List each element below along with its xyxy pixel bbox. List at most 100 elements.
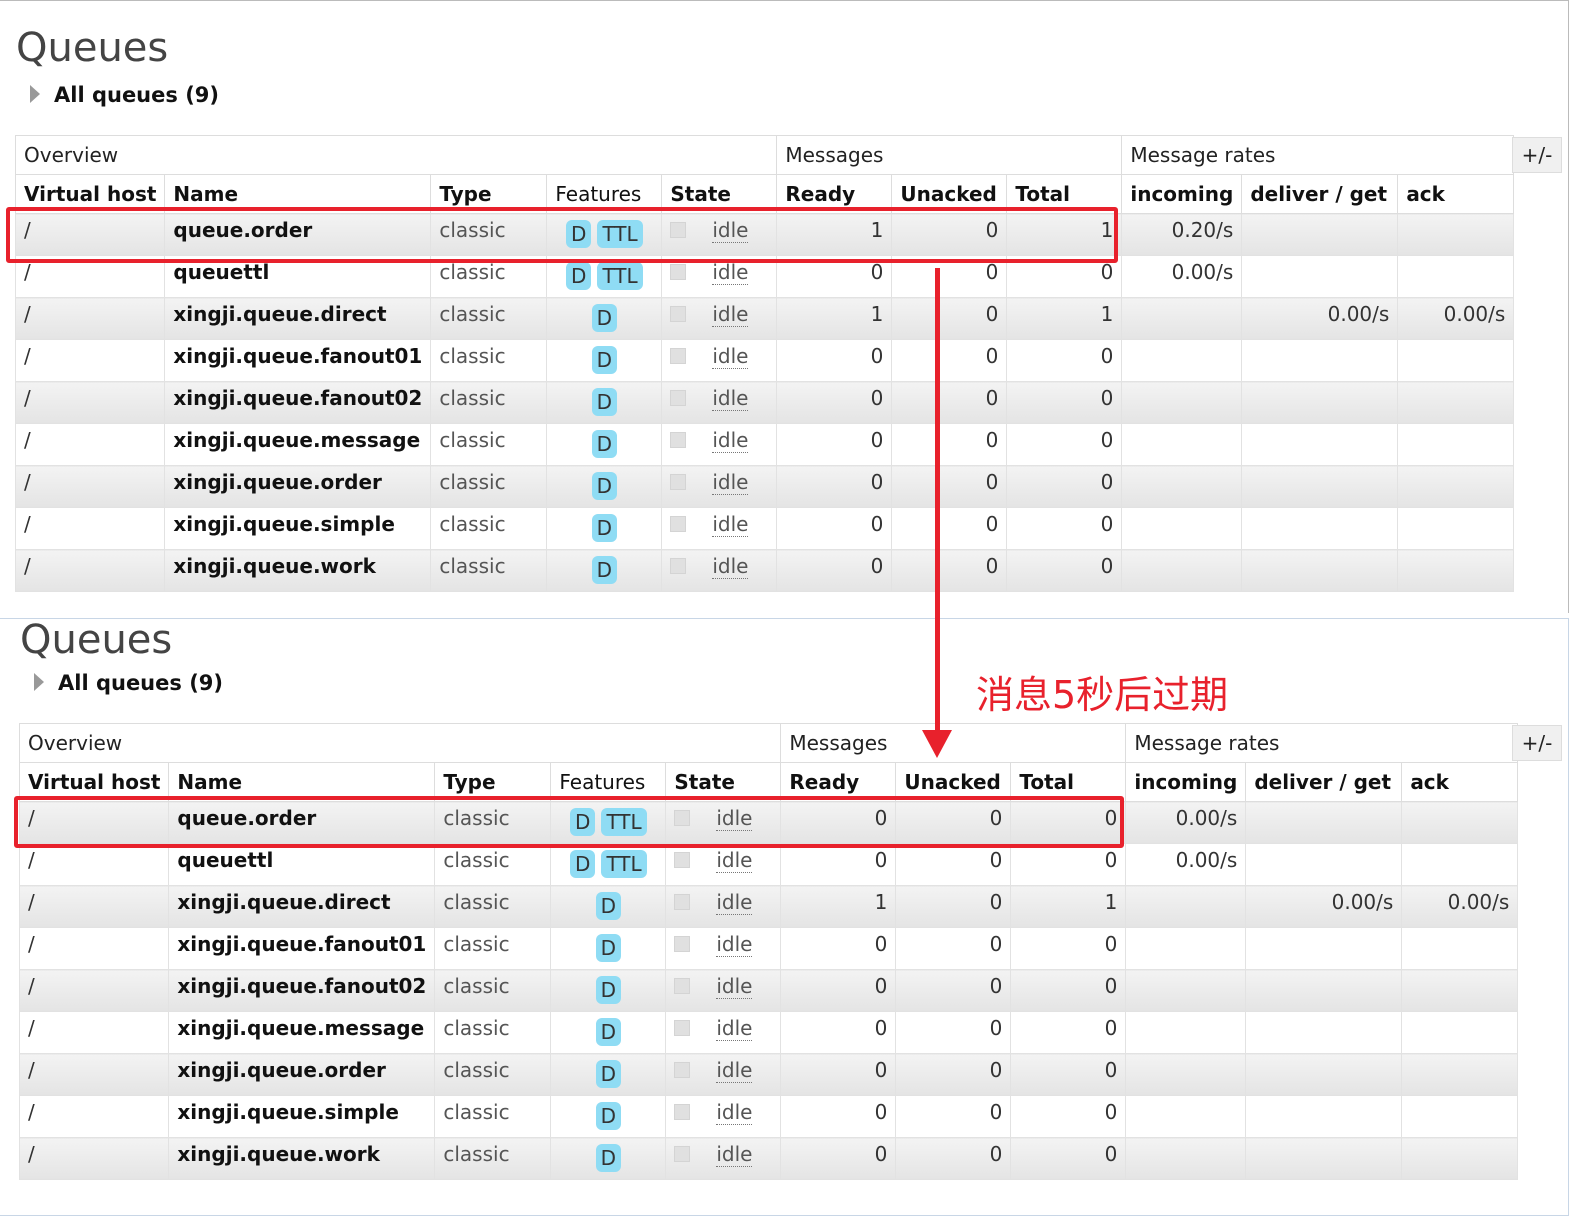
table-row[interactable]: / xingji.queue.simple classic Didle 0 0 0 (18, 1095, 1519, 1138)
col-deliver-get[interactable]: deliver / get (1245, 762, 1403, 802)
all-queues-toggle[interactable]: All queues (9) (30, 83, 219, 107)
table-row[interactable]: / xingji.queue.message classic Didle 0 0 0 (18, 1011, 1519, 1054)
table-row[interactable]: / queuettl classic D TTL idle 0 0 0 0.00/s (18, 843, 1519, 886)
cell-queue-name[interactable]: xingji.queue.work (164, 549, 432, 592)
cell-state: idle (661, 465, 778, 508)
cell-type: classic (434, 1011, 552, 1054)
state-label: idle (716, 1100, 753, 1125)
cell-unacked: 0 (891, 339, 1008, 382)
table-row[interactable]: / xingji.queue.fanout01 classic Didle 0 0 0 (18, 927, 1519, 970)
cell-ready: 1 (780, 885, 897, 928)
cell-type: classic (430, 297, 548, 340)
col-deliver-get[interactable]: deliver / get (1241, 174, 1399, 214)
cell-incoming (1121, 549, 1243, 592)
feature-badge: D (595, 934, 622, 962)
cell-incoming (1121, 297, 1243, 340)
columns-toggle-button[interactable]: +/- (1512, 725, 1562, 761)
cell-queue-name[interactable]: xingji.queue.work (168, 1137, 436, 1180)
cell-queue-name[interactable]: xingji.queue.fanout01 (164, 339, 432, 382)
cell-unacked: 0 (895, 843, 1012, 886)
state-indicator-icon (674, 1103, 691, 1120)
state-indicator-icon (674, 1145, 691, 1162)
cell-queue-name[interactable]: xingji.queue.fanout01 (168, 927, 436, 970)
cell-queue-name[interactable]: xingji.queue.order (164, 465, 432, 508)
table-row[interactable]: / xingji.queue.work classic Didle 0 0 0 (14, 549, 1515, 592)
cell-type: classic (430, 507, 548, 550)
cell-incoming (1125, 969, 1247, 1012)
state-label: idle (712, 344, 749, 369)
all-queues-toggle[interactable]: All queues (9) (34, 671, 223, 695)
state-indicator-icon (670, 389, 687, 406)
arrow-shaft (935, 268, 940, 736)
cell-incoming (1121, 339, 1243, 382)
cell-unacked: 0 (895, 1011, 1012, 1054)
col-incoming[interactable]: incoming (1125, 762, 1247, 802)
cell-queue-name[interactable]: xingji.queue.message (164, 423, 432, 466)
feature-badge: D (591, 514, 618, 542)
cell-features: D (550, 885, 667, 928)
table-row[interactable]: / xingji.queue.message classic Didle 0 0 0 (14, 423, 1515, 466)
cell-total: 0 (1010, 1011, 1127, 1054)
cell-queue-name[interactable]: xingji.queue.direct (168, 885, 436, 928)
table-row[interactable]: / xingji.queue.direct classic Didle 1 0 1 0.00/… (14, 297, 1515, 340)
cell-type: classic (434, 1095, 552, 1138)
cell-vhost: / (18, 927, 170, 970)
cell-ack (1397, 213, 1515, 256)
cell-deliver-get (1241, 465, 1399, 508)
queues-table: Overview Messages Message rates Virtual … (14, 135, 1515, 592)
cell-queue-name[interactable]: xingji.queue.simple (164, 507, 432, 550)
table-row[interactable]: / xingji.queue.simple classic Didle 0 0 0 (14, 507, 1515, 550)
cell-type: classic (434, 927, 552, 970)
col-ack[interactable]: ack (1397, 174, 1515, 214)
table-row[interactable]: / xingji.queue.fanout01 classic Didle 0 0 0 (14, 339, 1515, 382)
cell-ack (1401, 927, 1519, 970)
annotation-label: 消息5秒后过期 (976, 673, 1229, 717)
cell-ack (1401, 1053, 1519, 1096)
cell-deliver-get (1241, 423, 1399, 466)
all-queues-label: All queues (9) (54, 83, 219, 107)
cell-ack (1397, 381, 1515, 424)
cell-queue-name[interactable]: xingji.queue.order (168, 1053, 436, 1096)
cell-features: D (550, 1137, 667, 1180)
col-ack[interactable]: ack (1401, 762, 1519, 802)
feature-badge: D (591, 346, 618, 374)
state-indicator-icon (670, 473, 687, 490)
cell-features: D (546, 381, 663, 424)
cell-vhost: / (18, 843, 170, 886)
cell-features: D (550, 1053, 667, 1096)
cell-deliver-get (1245, 1011, 1403, 1054)
cell-queue-name[interactable]: xingji.queue.message (168, 1011, 436, 1054)
cell-unacked: 0 (895, 885, 1012, 928)
cell-queue-name[interactable]: xingji.queue.fanout02 (164, 381, 432, 424)
cell-queue-name[interactable]: xingji.queue.direct (164, 297, 432, 340)
table-row[interactable]: / xingji.queue.direct classic Didle 1 0 1 0.00/… (18, 885, 1519, 928)
cell-queue-name[interactable]: xingji.queue.simple (168, 1095, 436, 1138)
cell-incoming: 0.00/s (1125, 843, 1247, 886)
cell-queue-name[interactable]: xingji.queue.fanout02 (168, 969, 436, 1012)
cell-ack (1401, 1095, 1519, 1138)
state-label: idle (716, 1016, 753, 1041)
cell-queue-name[interactable]: queuettl (168, 843, 436, 886)
cell-features: D (546, 423, 663, 466)
cell-unacked: 0 (891, 507, 1008, 550)
cell-features: D (546, 339, 663, 382)
cell-features: D (546, 297, 663, 340)
cell-unacked: 0 (895, 1053, 1012, 1096)
col-incoming[interactable]: incoming (1121, 174, 1243, 214)
cell-deliver-get (1241, 339, 1399, 382)
cell-type: classic (430, 423, 548, 466)
state-label: idle (716, 1058, 753, 1083)
cell-deliver-get: 0.00/s (1241, 297, 1399, 340)
columns-toggle-button[interactable]: +/- (1512, 137, 1562, 173)
table-row[interactable]: / xingji.queue.order classic Didle 0 0 0 (14, 465, 1515, 508)
cell-ready: 0 (776, 339, 893, 382)
group-overview: Overview (18, 723, 782, 763)
expand-triangle-icon (30, 85, 40, 103)
table-row[interactable]: / xingji.queue.fanout02 classic Didle 0 0 0 (18, 969, 1519, 1012)
table-row[interactable]: / xingji.queue.order classic Didle 0 0 0 (18, 1053, 1519, 1096)
table-row[interactable]: / xingji.queue.work classic Didle 0 0 0 (18, 1137, 1519, 1180)
state-label: idle (712, 260, 749, 285)
feature-badge: D (566, 262, 592, 290)
cell-ready: 0 (776, 465, 893, 508)
table-row[interactable]: / xingji.queue.fanout02 classic Didle 0 0 0 (14, 381, 1515, 424)
